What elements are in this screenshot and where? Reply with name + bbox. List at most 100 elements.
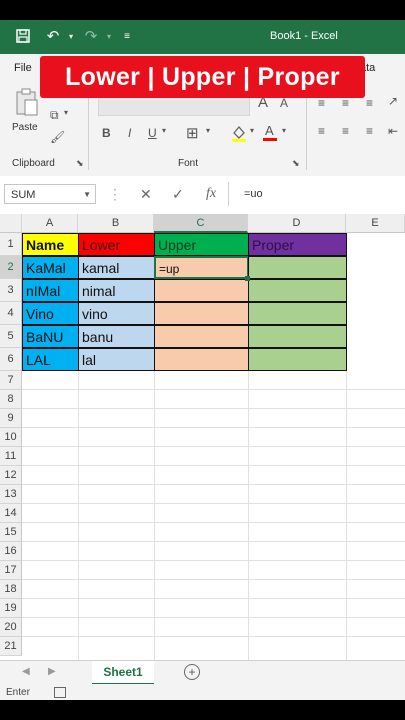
format-painter-icon[interactable]: 🖌 [50,130,65,144]
undo-icon[interactable]: ↶ [44,28,62,46]
header-cell-name[interactable]: Name [22,233,79,256]
table-cell[interactable] [248,279,347,302]
italic-button[interactable]: I [128,126,131,140]
dialog-launcher-icon[interactable]: ⬊ [76,158,84,169]
fill-handle[interactable] [245,276,250,281]
row-header[interactable]: 18 [0,580,22,599]
bold-button[interactable]: B [102,126,111,140]
row-header[interactable]: 14 [0,504,22,523]
column-header-b[interactable]: B [78,214,154,233]
table-cell[interactable] [154,279,249,302]
font-name-box[interactable] [98,96,250,116]
column-header-e[interactable]: E [346,214,405,233]
table-cell[interactable]: kamal [78,256,155,279]
column-header-c[interactable]: C [154,214,248,233]
table-cell[interactable] [248,302,347,325]
orientation-icon[interactable]: ↗ [388,94,398,108]
align-center-icon[interactable]: ≡ [342,124,349,138]
table-cell[interactable]: nIMal [22,279,79,302]
select-all-corner[interactable] [0,214,22,233]
chevron-down-icon[interactable]: ▾ [162,126,166,135]
row-header[interactable]: 20 [0,618,22,637]
formula-input[interactable]: =uo [232,184,402,204]
column-header-a[interactable]: A [22,214,78,233]
table-cell[interactable] [154,325,249,348]
add-sheet-icon[interactable]: + [184,664,200,680]
row-header[interactable]: 10 [0,428,22,447]
align-left-icon[interactable]: ≡ [318,124,325,138]
table-cell[interactable]: lal [78,348,155,371]
table-cell[interactable]: LAL [22,348,79,371]
font-color-icon[interactable]: A [262,122,278,145]
redo-icon[interactable]: ↷ [82,28,100,46]
dialog-launcher-icon[interactable]: ⬊ [292,158,300,169]
accessibility-icon[interactable] [54,687,66,698]
table-cell[interactable] [248,325,347,348]
chevron-down-icon[interactable]: ▾ [282,126,286,135]
chevron-down-icon[interactable]: ▼ [83,185,91,205]
chevron-down-icon[interactable]: ▾ [250,126,254,135]
header-cell-upper[interactable]: Upper [154,233,249,256]
align-bottom-icon[interactable]: ≡ [366,96,373,110]
table-cell[interactable] [248,256,347,279]
row-header[interactable]: 8 [0,390,22,409]
paste-icon[interactable] [14,88,40,121]
row-header[interactable]: 7 [0,371,22,390]
decrease-indent-icon[interactable]: ⇤ [388,124,398,138]
chevron-down-icon[interactable]: ▾ [100,28,118,46]
row-header[interactable]: 5 [0,325,22,348]
table-cell[interactable]: nimal [78,279,155,302]
borders-icon[interactable]: ⊞ [186,124,199,142]
column-header-d[interactable]: D [248,214,346,233]
copy-icon[interactable]: ⧉ [50,108,59,123]
row-header[interactable]: 16 [0,542,22,561]
customize-toolbar-icon[interactable]: ≡ [118,28,136,46]
row-header[interactable]: 15 [0,523,22,542]
table-cell[interactable]: Vino [22,302,79,325]
row-header[interactable]: 6 [0,348,22,371]
cancel-icon[interactable]: ✕ [140,186,152,203]
table-cell[interactable]: KaMal [22,256,79,279]
chevron-down-icon[interactable]: ▾ [64,108,68,117]
spreadsheet-grid[interactable]: A B C D E 1 2 3 4 5 6 7 8 9 10 11 12 13 … [0,214,405,660]
table-cell[interactable]: banu [78,325,155,348]
table-cell[interactable]: vino [78,302,155,325]
row-header[interactable]: 4 [0,302,22,325]
paste-label[interactable]: Paste [12,122,38,133]
align-top-icon[interactable]: ≡ [318,96,325,110]
gridline [22,636,405,637]
row-header[interactable]: 3 [0,279,22,302]
row-header[interactable]: 17 [0,561,22,580]
row-header[interactable]: 12 [0,466,22,485]
table-cell[interactable] [154,348,249,371]
save-icon[interactable] [14,28,32,46]
row-header[interactable]: 2 [0,256,22,279]
header-cell-proper[interactable]: Proper [248,233,347,256]
chevron-down-icon[interactable]: ▾ [62,28,80,46]
fill-color-icon[interactable] [230,124,248,145]
table-cell[interactable] [154,302,249,325]
chevron-down-icon[interactable]: ▾ [206,126,210,135]
row-header[interactable]: 21 [0,637,22,656]
decrease-font-icon[interactable]: A [280,96,288,110]
sheet-tab[interactable]: Sheet1 [92,661,154,685]
next-sheet-icon[interactable]: ▶ [48,666,56,677]
insert-function-icon[interactable]: fx [206,186,216,202]
status-mode: Enter [6,687,30,698]
align-right-icon[interactable]: ≡ [366,124,373,138]
active-cell[interactable]: =up [154,256,249,279]
name-box[interactable]: SUM ▼ [4,184,96,204]
table-cell[interactable] [248,348,347,371]
underline-button[interactable]: U [148,126,157,140]
row-header[interactable]: 13 [0,485,22,504]
row-header[interactable]: 9 [0,409,22,428]
row-header[interactable]: 19 [0,599,22,618]
header-cell-lower[interactable]: Lower [78,233,155,256]
enter-icon[interactable]: ✓ [172,186,184,203]
tab-file[interactable]: File [14,62,32,74]
prev-sheet-icon[interactable]: ◀ [22,666,30,677]
align-middle-icon[interactable]: ≡ [342,96,349,110]
table-cell[interactable]: BaNU [22,325,79,348]
row-header[interactable]: 11 [0,447,22,466]
row-header[interactable]: 1 [0,233,22,256]
